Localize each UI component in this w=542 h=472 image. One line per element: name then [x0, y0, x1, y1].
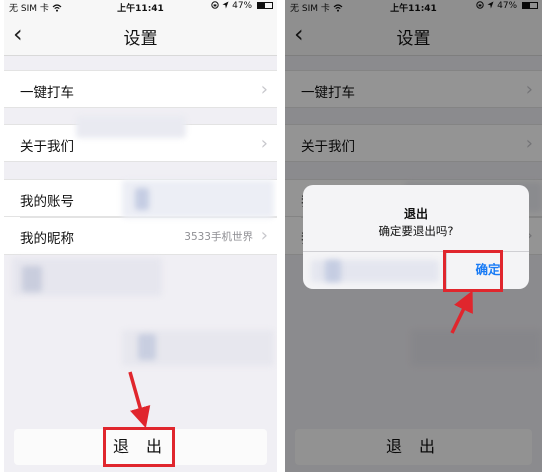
tutorial-screenshot: 无 SIM 卡 上午11:41 47% ‹ 设置 一键打车 › 关于我们 › 我…: [0, 0, 542, 472]
arrow-to-confirm: [450, 290, 473, 334]
arrow-to-logout: [128, 371, 151, 429]
annotation-arrows: [128, 290, 473, 429]
